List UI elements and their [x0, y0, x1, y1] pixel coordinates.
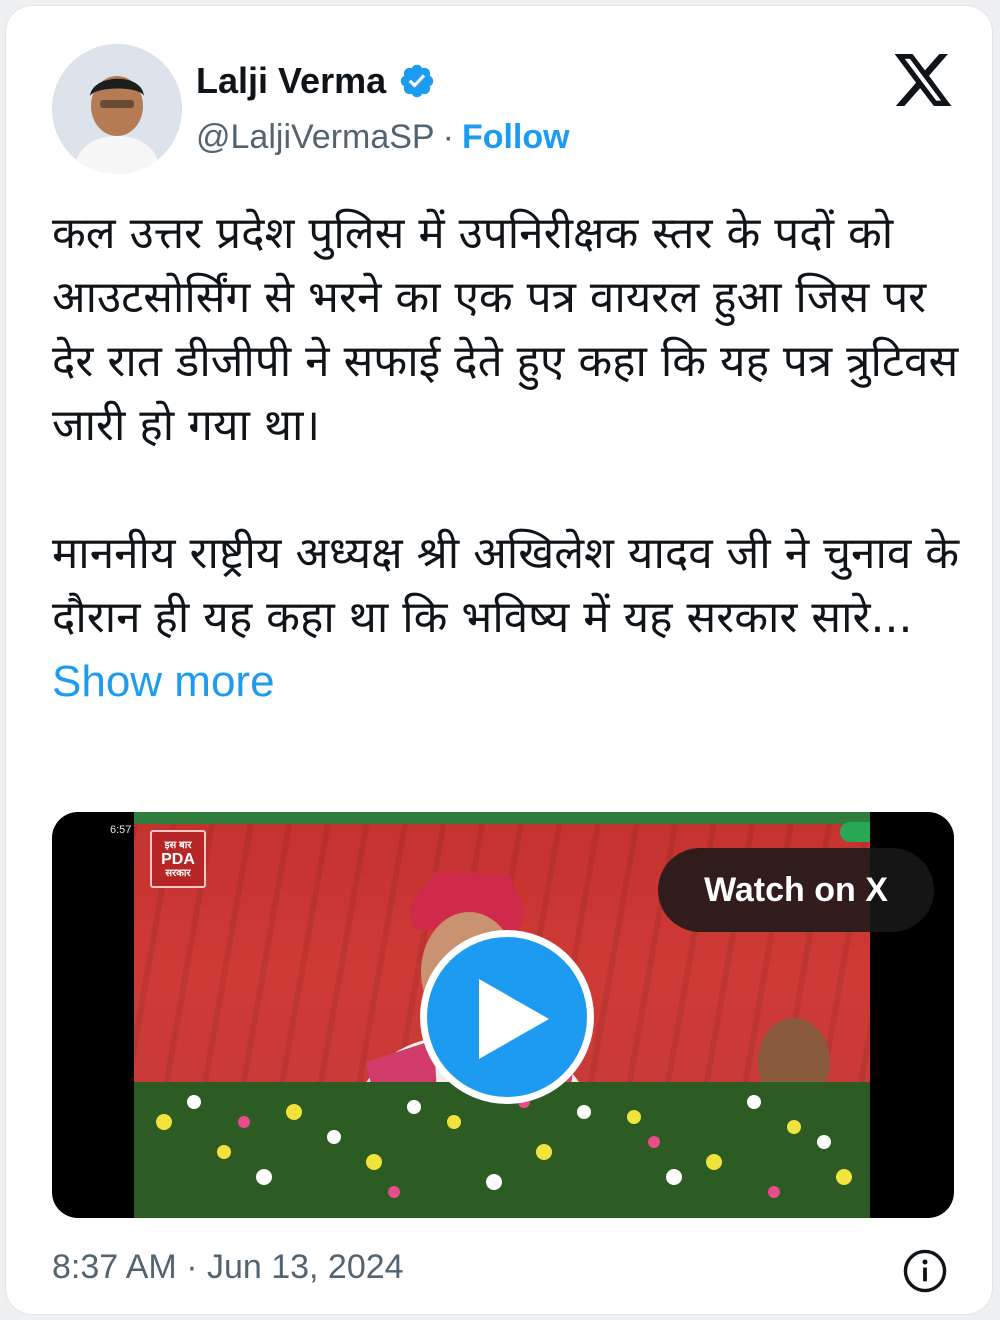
author-name[interactable]: Lalji Verma	[196, 60, 386, 102]
avatar[interactable]	[52, 44, 182, 174]
author-handle-row: @LaljiVermaSP · Follow	[196, 118, 570, 157]
avatar-image	[52, 44, 182, 174]
download-pill[interactable]	[840, 822, 870, 842]
overlay-time: 6:57	[110, 824, 132, 836]
tweet-text: कल उत्तर प्रदेश पुलिस में उपनिरीक्षक स्त…	[52, 202, 962, 714]
author-handle[interactable]: @LaljiVermaSP	[196, 118, 435, 156]
x-logo-icon[interactable]	[894, 54, 952, 106]
author-name-row: Lalji Verma	[196, 60, 436, 102]
play-icon	[479, 979, 549, 1059]
verified-badge-icon	[400, 64, 434, 98]
follow-button[interactable]: Follow	[462, 118, 570, 156]
video-player[interactable]: इस बार PDA सरकार 6:57 Watch on X	[52, 812, 954, 1218]
separator-dot: ·	[442, 118, 454, 156]
play-button[interactable]	[420, 930, 594, 1104]
tweet-body: कल उत्तर प्रदेश पुलिस में उपनिरीक्षक स्त…	[52, 208, 960, 643]
watch-on-x-button[interactable]: Watch on X	[658, 848, 934, 932]
tweet-card: Lalji Verma @LaljiVermaSP · Follow कल उत्त…	[6, 6, 992, 1314]
info-icon[interactable]	[902, 1248, 948, 1294]
show-more-link[interactable]: Show more	[52, 657, 275, 706]
tweet-timestamp[interactable]: 8:37 AM · Jun 13, 2024	[52, 1248, 404, 1287]
